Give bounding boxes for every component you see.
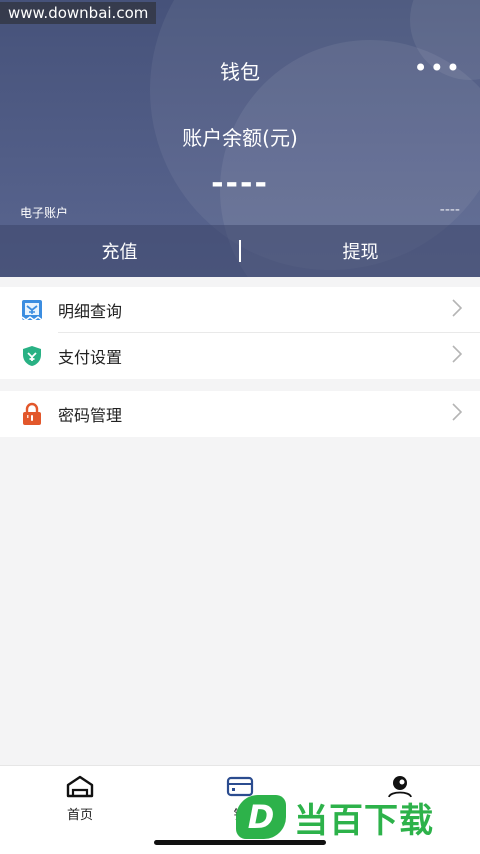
lock-icon <box>23 402 41 425</box>
menu-item-label: 支付设置 <box>58 348 123 367</box>
tab-label: 首页 <box>66 808 93 823</box>
menu-item-details[interactable]: 明细查询 <box>0 287 480 333</box>
tab-home[interactable]: 首页 <box>40 774 120 823</box>
menu-item-payment[interactable]: 支付设置 <box>0 333 480 379</box>
shield-icon <box>23 346 41 366</box>
brand-logo-icon: D <box>236 795 286 839</box>
menu-group-1: 明细查询 支付设置 <box>0 287 480 379</box>
wallet-header: www.downbai.com 钱包 ••• 账户余额(元) ---- 电子账户… <box>0 0 480 277</box>
watermark: www.downbai.com <box>0 2 157 24</box>
recharge-button[interactable]: 充值 <box>0 238 239 264</box>
balance-label: 账户余额(元) <box>182 126 298 150</box>
e-account-label: 电子账户 <box>20 206 69 220</box>
page-title: 钱包 <box>220 60 260 84</box>
menu-item-label: 密码管理 <box>58 406 123 425</box>
chevron-right-icon <box>452 344 463 368</box>
chevron-right-icon <box>452 402 463 426</box>
menu-item-password[interactable]: 密码管理 <box>0 391 480 437</box>
brand-watermark: D 当百下载 <box>236 794 434 841</box>
receipt-icon <box>21 300 43 321</box>
home-indicator <box>154 840 326 845</box>
home-icon <box>66 775 94 798</box>
menu-group-2: 密码管理 <box>0 391 480 437</box>
more-icon[interactable]: ••• <box>414 56 462 80</box>
menu-item-label: 明细查询 <box>58 302 123 321</box>
action-bar: 充值 提现 <box>0 225 480 277</box>
balance-value: ---- <box>211 166 269 201</box>
brand-text: 当百下载 <box>294 800 434 841</box>
e-account-value: ---- <box>439 202 460 218</box>
chevron-right-icon <box>452 298 463 322</box>
withdraw-button[interactable]: 提现 <box>241 238 480 264</box>
